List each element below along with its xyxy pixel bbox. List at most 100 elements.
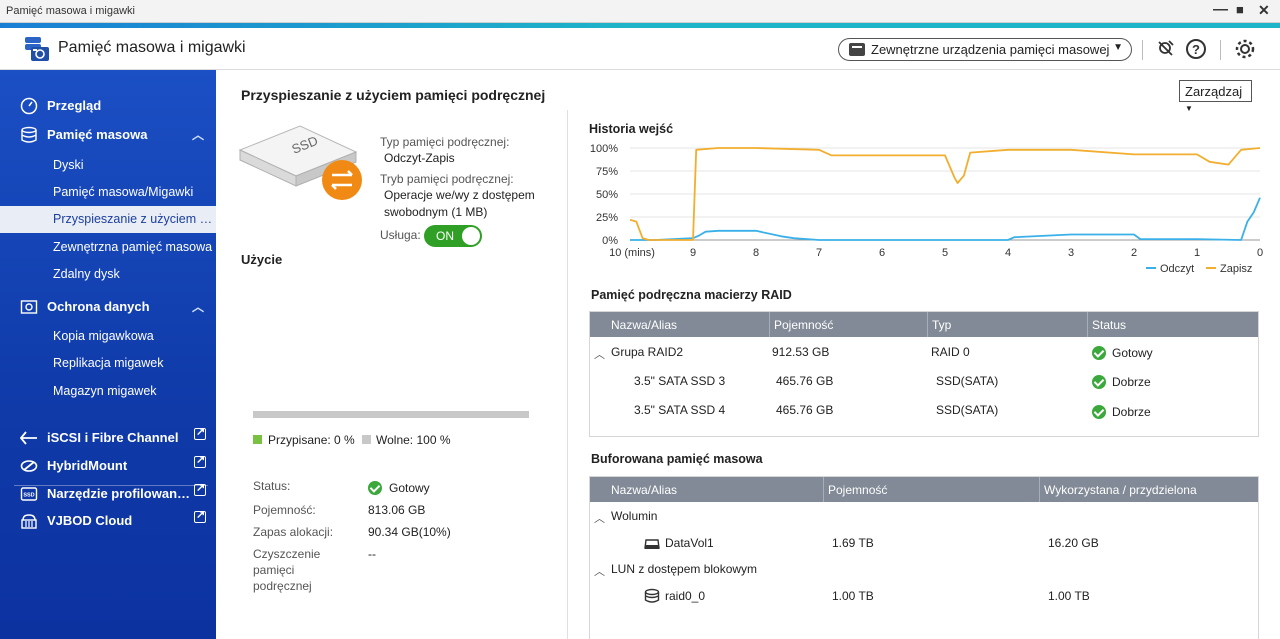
cache-mode-value-2: swobodnym (1 MB)	[384, 205, 488, 219]
x-tick-label: 10 (mins)	[609, 247, 655, 259]
dashboard-gauge-icon	[20, 97, 38, 115]
chevron-up-icon[interactable]: ︿	[192, 298, 204, 315]
check-circle-icon	[1092, 375, 1106, 389]
chevron-down-icon: ▼	[1113, 42, 1123, 53]
sidebar-item-label: Magazyn migawek	[53, 384, 157, 398]
x-tick-label: 7	[816, 247, 822, 259]
cache-flush-label-2: pamięci	[253, 563, 295, 577]
sidebar-item-storage[interactable]: Pamięć masowa ︿	[0, 121, 216, 148]
chevron-up-icon[interactable]: ︿	[594, 346, 605, 362]
cache-mode-label: Tryb pamięci podręcznej:	[380, 172, 514, 186]
column-divider	[927, 312, 928, 337]
free-legend: Wolne: 100 %	[376, 433, 451, 447]
sidebar-item-cache-acceleration[interactable]: Przyspieszanie z użyciem pa...	[0, 206, 216, 233]
disk-capacity: 465.76 GB	[776, 403, 834, 417]
storage-app-icon	[25, 37, 49, 61]
column-header: Pojemność	[828, 483, 888, 497]
disk-name: 3.5" SATA SSD 3	[634, 374, 726, 388]
sidebar-item-data-protection[interactable]: Ochrona danych ︿	[0, 293, 216, 320]
sidebar-item-iscsi[interactable]: iSCSI i Fibre Channel	[0, 424, 216, 451]
sidebar-item-storage-snapshots[interactable]: Pamięć masowa/Migawki	[0, 179, 216, 206]
database-icon	[20, 126, 38, 144]
group-name: LUN z dostępem blokowym	[611, 562, 758, 576]
column-header: Status	[1092, 318, 1127, 332]
chart-title: Historia wejść	[589, 122, 674, 136]
chevron-up-icon[interactable]: ︿	[594, 563, 605, 579]
sidebar-item-label: Ochrona danych	[47, 299, 150, 314]
page-title: Przyspieszanie z użyciem pamięci podręcz…	[241, 87, 546, 103]
io-history-chart: 100% 75% 50% 25% 0%10 (mins) 9 8 7 6 5 4 3 2 1 0 Odczyt…	[590, 143, 1263, 275]
group-name: Wolumin	[611, 509, 658, 523]
x-tick-label: 3	[1068, 247, 1074, 259]
cache-type-label: Typ pamięci podręcznej:	[380, 135, 510, 149]
sidebar-item-vjbod-cloud[interactable]: VJBOD Cloud	[0, 507, 216, 534]
sidebar-item-snapshot-backup[interactable]: Kopia migawkowa	[0, 323, 216, 350]
sidebar-item-snapshot-replication[interactable]: Replikacja migawek	[0, 350, 216, 377]
manage-dropdown[interactable]: Zarządzaj ▼	[1179, 80, 1252, 113]
app-header: Pamięć masowa i migawki Zewnętrzne urząd…	[0, 28, 1280, 70]
sidebar-item-label: Pamięć masowa/Migawki	[53, 185, 194, 199]
debug-icon[interactable]	[1156, 38, 1176, 63]
cache-mode-value: Operacje we/wy z dostępem	[384, 188, 535, 202]
sidebar-item-hybridmount[interactable]: HybridMount	[0, 452, 216, 479]
disk-status: Dobrze	[1112, 405, 1151, 419]
y-tick-label: 100%	[590, 143, 618, 155]
cache-type-value: Odczyt-Zapis	[384, 151, 455, 165]
service-toggle[interactable]: ON	[424, 225, 482, 247]
sidebar-item-remote-disk[interactable]: Zdalny dysk	[0, 261, 216, 288]
external-link-icon[interactable]	[194, 481, 206, 496]
close-button[interactable]: ✕	[1258, 2, 1270, 19]
reserve-value: 90.34 GB(10%)	[368, 525, 451, 539]
x-tick-label: 1	[1194, 247, 1200, 259]
external-link-icon[interactable]	[194, 508, 206, 523]
service-label: Usługa:	[380, 228, 421, 242]
raid-group-type: RAID 0	[931, 345, 970, 359]
volume-icon	[644, 537, 660, 556]
help-icon[interactable]: ?	[1185, 38, 1207, 65]
sidebar-item-label: Zewnętrzna pamięć masowa	[53, 240, 213, 254]
check-circle-icon	[1092, 346, 1106, 360]
svg-text:?: ?	[1192, 42, 1200, 57]
raid-cache-title: Pamięć podręczna macierzy RAID	[591, 288, 792, 302]
chevron-up-icon[interactable]: ︿	[192, 126, 204, 143]
x-tick-label: 6	[879, 247, 885, 259]
buffered-storage-title: Buforowana pamięć masowa	[591, 452, 763, 466]
main-content: Przyspieszanie z użyciem pamięci podręcz…	[216, 70, 1280, 639]
sidebar-item-profiling-tool[interactable]: SSD Narzędzie profilowania ...	[0, 480, 216, 507]
x-tick-label: 2	[1131, 247, 1137, 259]
status-label: Status:	[253, 479, 291, 493]
usage-bar	[253, 411, 529, 418]
window-title: Pamięć masowa i migawki	[6, 5, 135, 17]
minimize-button[interactable]: —	[1213, 1, 1228, 18]
x-tick-label: 4	[1005, 247, 1011, 259]
sidebar-item-label: VJBOD Cloud	[47, 513, 133, 528]
ssd-cache-illustration: SSD	[238, 125, 362, 200]
sidebar-item-disks[interactable]: Dyski	[0, 152, 216, 179]
external-link-icon[interactable]	[194, 453, 206, 468]
header-divider	[1142, 40, 1143, 60]
column-header: Nazwa/Alias	[611, 318, 678, 332]
written-legend: Przypisane: 0 %	[268, 433, 355, 447]
legend-label: Odczyt	[1160, 263, 1194, 275]
usage-title: Użycie	[241, 252, 283, 267]
lun-capacity: 1.00 TB	[832, 589, 874, 603]
toggle-knob	[462, 227, 480, 245]
settings-gear-icon[interactable]	[1233, 38, 1257, 65]
column-header: Typ	[932, 318, 952, 332]
caret-down-icon: ▼	[1185, 104, 1193, 113]
cache-flush-value: --	[368, 547, 376, 561]
external-devices-dropdown[interactable]: Zewnętrzne urządzenia pamięci masowej ▼	[838, 38, 1132, 61]
lun-name: raid0_0	[665, 589, 706, 603]
column-divider	[1039, 477, 1040, 502]
capacity-label: Pojemność:	[253, 503, 316, 517]
chevron-up-icon[interactable]: ︿	[594, 510, 605, 526]
column-header: Wykorzystana / przydzielona	[1044, 483, 1197, 497]
sidebar-item-external-storage[interactable]: Zewnętrzna pamięć masowa	[0, 234, 216, 261]
external-link-icon[interactable]	[194, 425, 206, 440]
sidebar-item-label: Przegląd	[47, 98, 102, 113]
volume-name: DataVol1	[665, 536, 714, 550]
sidebar-item-overview[interactable]: Przegląd	[0, 92, 216, 119]
window-titlebar: Pamięć masowa i migawki — ■ ✕	[0, 0, 1280, 23]
sidebar-item-snapshot-vault[interactable]: Magazyn migawek	[0, 378, 216, 405]
maximize-button[interactable]: ■	[1236, 2, 1244, 17]
